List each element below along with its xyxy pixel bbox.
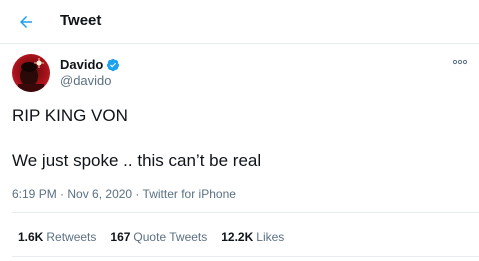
tweet-stats: 1.6K Retweets 167 Quote Tweets 12.2K Likes xyxy=(18,230,284,244)
retweets-label: Retweets xyxy=(46,230,97,244)
tweet-source[interactable]: Twitter for iPhone xyxy=(143,187,236,201)
likes-count: 12.2K xyxy=(221,230,254,244)
more-horizontal-icon xyxy=(452,59,468,65)
author-name-row: Davido xyxy=(60,57,120,72)
quote-tweets-stat[interactable]: 167 Quote Tweets xyxy=(110,230,207,244)
tweet-text-line-1: RIP KING VON xyxy=(12,106,128,125)
tweet-metadata: 6:19 PM · Nov 6, 2020 · Twitter for iPho… xyxy=(12,187,236,201)
verified-badge-icon xyxy=(107,58,120,71)
quote-tweets-label: Quote Tweets xyxy=(133,230,208,244)
top-header: Tweet xyxy=(0,0,479,44)
back-button[interactable] xyxy=(12,8,40,36)
avatar[interactable] xyxy=(12,54,50,92)
meta-separator: · xyxy=(132,187,143,201)
meta-separator: · xyxy=(56,187,68,201)
retweets-stat[interactable]: 1.6K Retweets xyxy=(18,230,96,244)
divider xyxy=(12,256,479,257)
author-handle[interactable]: @davido xyxy=(60,73,112,88)
retweets-count: 1.6K xyxy=(18,230,44,244)
tweet-text-line-2: We just spoke .. this can’t be real xyxy=(12,151,262,170)
avatar-image xyxy=(12,54,50,92)
page-title: Tweet xyxy=(60,12,102,29)
likes-stat[interactable]: 12.2K Likes xyxy=(221,230,284,244)
quote-tweets-count: 167 xyxy=(110,230,131,244)
author-display-name[interactable]: Davido xyxy=(60,57,103,72)
arrow-left-icon xyxy=(20,16,32,28)
likes-label: Likes xyxy=(256,230,285,244)
more-options-button[interactable] xyxy=(448,54,472,70)
tweet-time[interactable]: 6:19 PM xyxy=(12,187,57,201)
divider xyxy=(12,212,479,213)
tweet-date[interactable]: Nov 6, 2020 xyxy=(67,187,132,201)
